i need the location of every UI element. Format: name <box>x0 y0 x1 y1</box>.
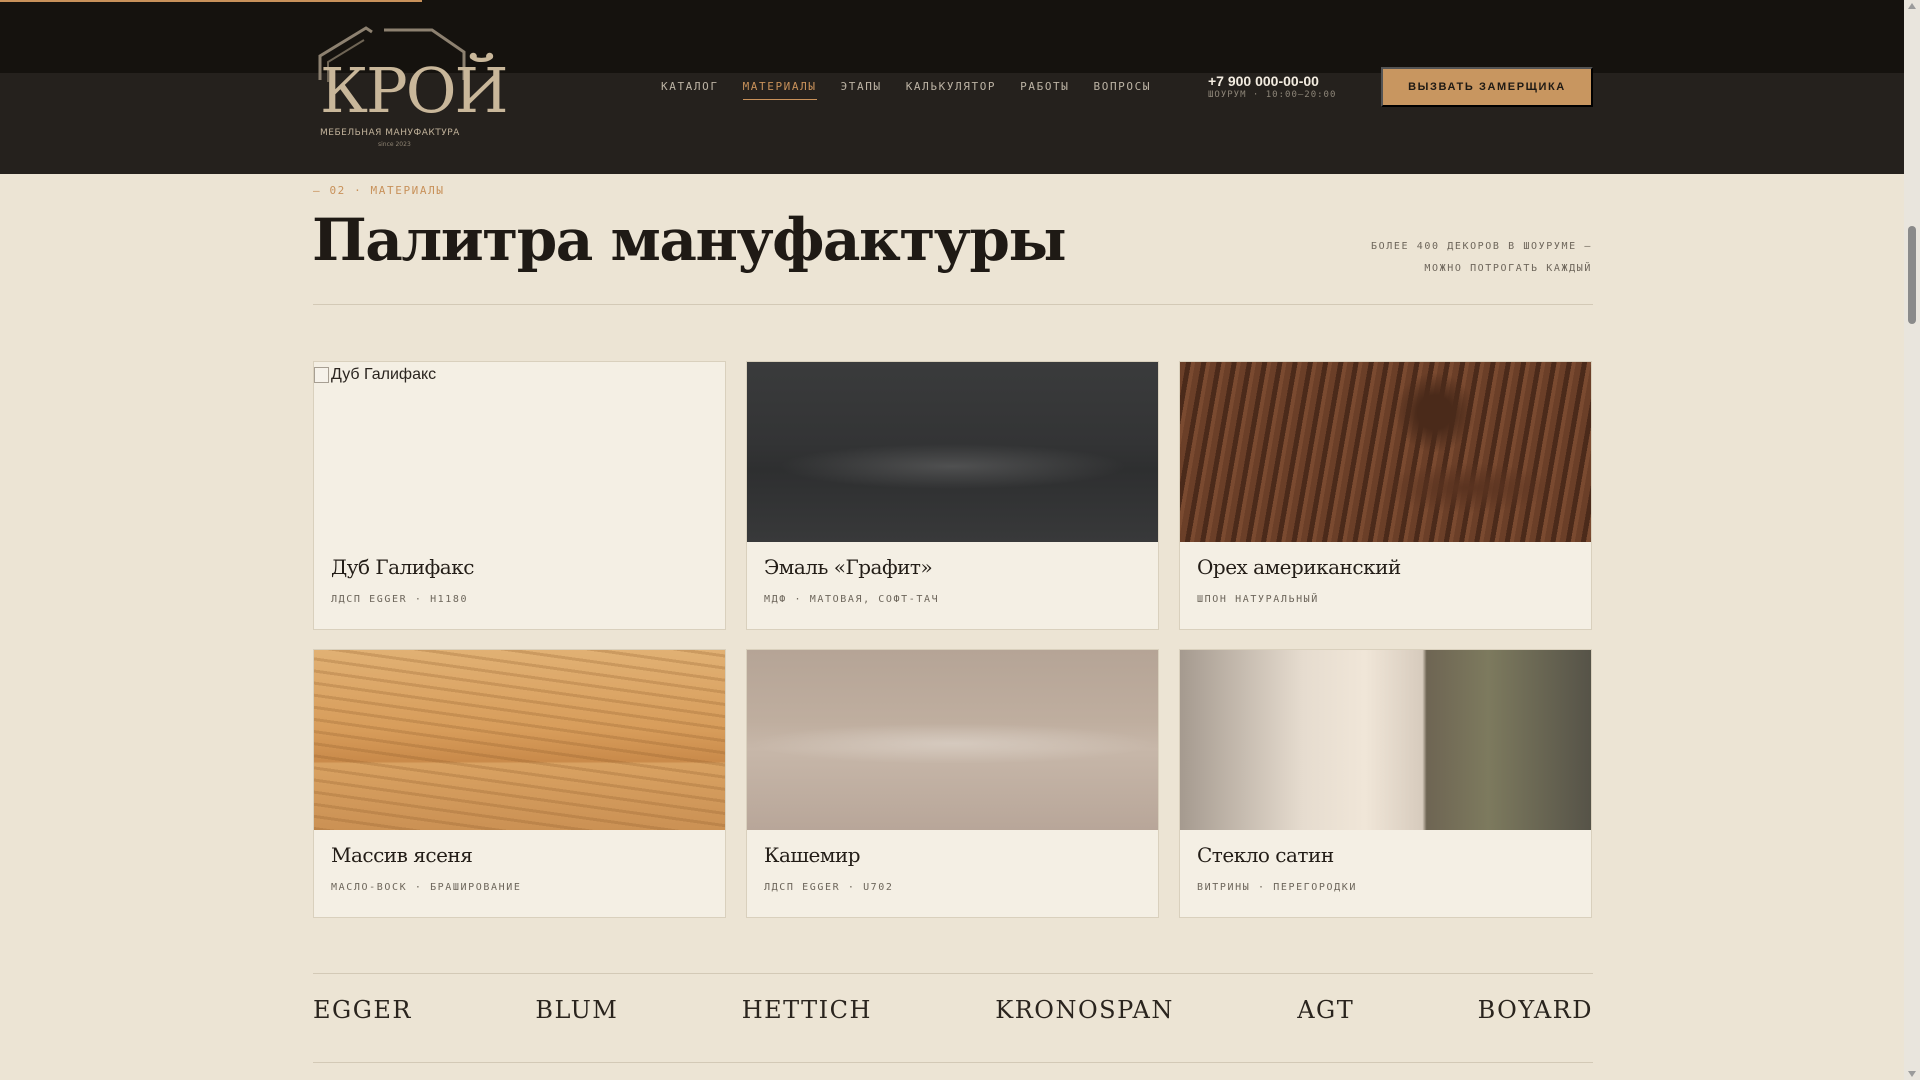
material-name: Стекло сатин <box>1197 843 1334 867</box>
brand-logo-agt[interactable]: AGT <box>1297 996 1354 1024</box>
material-spec: ВИТРИНЫ · ПЕРЕГОРОДКИ <box>1197 882 1358 893</box>
main-nav: КАТАЛОГ МАТЕРИАЛЫ ЭТАПЫ КАЛЬКУЛЯТОР РАБО… <box>661 80 1175 100</box>
scrollbar-thumb[interactable] <box>1908 226 1916 324</box>
material-spec: ЛДСП EGGER · U702 <box>764 882 894 893</box>
nav-item-materials[interactable]: МАТЕРИАЛЫ <box>742 80 817 100</box>
material-image <box>1180 650 1591 830</box>
broken-image-placeholder: Дуб Галифакс <box>314 366 436 384</box>
material-card[interactable]: Дуб Галифакс Дуб Галифакс ЛДСП EGGER · H… <box>313 361 726 630</box>
materials-grid: Дуб Галифакс Дуб Галифакс ЛДСП EGGER · H… <box>313 361 1593 918</box>
material-spec: ЛДСП EGGER · H1180 <box>331 594 469 605</box>
brand-logo-egger[interactable]: EGGER <box>313 996 412 1024</box>
scroll-up-arrow-icon[interactable] <box>1908 3 1916 9</box>
image-alt-text: Дуб Галифакс <box>331 366 437 383</box>
material-card[interactable]: Орех американский ШПОН НАТУРАЛЬНЫЙ <box>1179 361 1592 630</box>
material-image <box>747 362 1158 542</box>
logo[interactable]: КРОЙ МЕБЕЛЬНАЯ МАНУФАКТУРА since 2023 <box>314 22 509 152</box>
call-measurer-button[interactable]: ВЫЗВАТЬ ЗАМЕРЩИКА <box>1381 67 1593 107</box>
nav-item-stages[interactable]: ЭТАПЫ <box>841 80 882 100</box>
broken-image-icon <box>314 367 329 383</box>
material-spec: ШПОН НАТУРАЛЬНЫЙ <box>1197 594 1319 605</box>
aside-line: БОЛЕЕ 400 ДЕКОРОВ В ШОУРУМЕ — <box>1371 241 1592 252</box>
material-image <box>747 650 1158 830</box>
scroll-down-arrow-icon[interactable] <box>1908 1071 1916 1077</box>
brand-strip: EGGER BLUM HETTICH KRONOSPAN AGT BOYARD <box>313 996 1593 1024</box>
material-name: Эмаль «Графит» <box>764 555 933 579</box>
brand-logo-boyard[interactable]: BOYARD <box>1478 996 1593 1024</box>
showroom-hours: ШОУРУМ · 10:00–20:00 <box>1208 90 1337 100</box>
scroll-progress-bar <box>0 0 422 2</box>
page-scrollbar[interactable] <box>1904 0 1920 1080</box>
material-image <box>1180 362 1591 542</box>
material-card[interactable]: Кашемир ЛДСП EGGER · U702 <box>746 649 1159 918</box>
section-eyebrow: — 02 · МАТЕРИАЛЫ <box>313 184 445 197</box>
brand-logo-blum[interactable]: BLUM <box>535 996 618 1024</box>
material-spec: МДФ · МАТОВАЯ, СОФТ-ТАЧ <box>764 594 940 605</box>
material-name: Массив ясеня <box>331 843 473 867</box>
material-card[interactable]: Эмаль «Графит» МДФ · МАТОВАЯ, СОФТ-ТАЧ <box>746 361 1159 630</box>
material-name: Орех американский <box>1197 555 1401 579</box>
material-image <box>314 650 725 830</box>
material-card[interactable]: Стекло сатин ВИТРИНЫ · ПЕРЕГОРОДКИ <box>1179 649 1592 918</box>
section-divider <box>313 304 1593 305</box>
logo-wordmark: КРОЙ <box>320 54 509 127</box>
nav-item-catalog[interactable]: КАТАЛОГ <box>661 80 719 100</box>
material-spec: МАСЛО-ВОСК · БРАШИРОВАНИЕ <box>331 882 522 893</box>
phone-link[interactable]: +7 900 000-00-00 <box>1208 73 1319 89</box>
material-card[interactable]: Массив ясеня МАСЛО-ВОСК · БРАШИРОВАНИЕ <box>313 649 726 918</box>
brands-divider-top <box>313 973 1593 974</box>
page-title: Палитра мануфактуры <box>312 206 1067 274</box>
logo-since: since 2023 <box>378 141 411 148</box>
material-image: Дуб Галифакс <box>314 362 725 542</box>
nav-item-calculator[interactable]: КАЛЬКУЛЯТОР <box>906 80 996 100</box>
logo-subtitle: МЕБЕЛЬНАЯ МАНУФАКТУРА <box>320 128 460 138</box>
material-name: Кашемир <box>764 843 861 867</box>
brand-logo-hettich[interactable]: HETTICH <box>742 996 872 1024</box>
brands-divider-bottom <box>313 1062 1593 1063</box>
aside-line: МОЖНО ПОТРОГАТЬ КАЖДЫЙ <box>1424 263 1592 274</box>
brand-logo-kronospan[interactable]: KRONOSPAN <box>995 996 1174 1024</box>
header-top-band <box>0 0 1904 73</box>
section-aside: БОЛЕЕ 400 ДЕКОРОВ В ШОУРУМЕ — МОЖНО ПОТР… <box>1232 236 1592 280</box>
nav-item-works[interactable]: РАБОТЫ <box>1020 80 1069 100</box>
material-name: Дуб Галифакс <box>331 555 474 579</box>
nav-item-faq[interactable]: ВОПРОСЫ <box>1094 80 1152 100</box>
